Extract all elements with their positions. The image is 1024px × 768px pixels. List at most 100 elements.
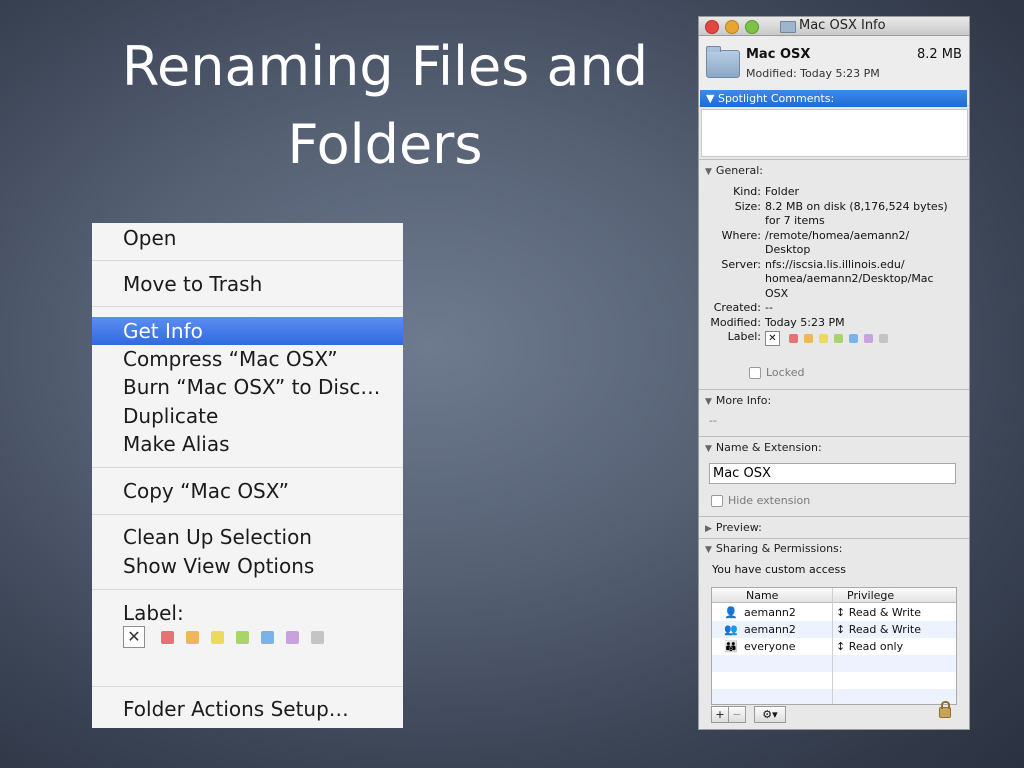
slide-title: Renaming Files and Folders [100, 28, 670, 184]
menu-item-get-info[interactable]: Get Info [92, 317, 403, 345]
folder-icon [706, 46, 740, 78]
server-value-line1: nfs://iscsia.lis.illinois.edu/ [765, 257, 905, 271]
disclosure-open-icon: ▼ [705, 444, 712, 454]
menu-item-burn-to-disc[interactable]: Burn “Mac OSX” to Disc… [92, 373, 403, 401]
hide-extension-checkbox[interactable] [711, 495, 723, 507]
menu-item-open[interactable]: Open [92, 224, 403, 252]
close-button[interactable] [705, 20, 719, 34]
remove-button[interactable]: − [729, 706, 746, 723]
spotlight-comments-header[interactable]: ▼ Spotlight Comments: [700, 90, 967, 107]
general-keys: Kind: Size: Where: Server: Created: Modi… [699, 185, 761, 345]
label-red-swatch[interactable] [789, 334, 798, 343]
user-icon: 👤 [724, 606, 738, 619]
stepper-icon: ↕ [836, 606, 849, 619]
table-row [712, 655, 956, 672]
row-privilege[interactable]: ↕ Read only [836, 638, 903, 655]
created-value: -- [765, 301, 773, 314]
no-label-icon[interactable]: ✕ [765, 331, 780, 346]
label-green-swatch[interactable] [236, 630, 249, 644]
menu-separator [92, 306, 403, 307]
menu-item-clean-up-selection[interactable]: Clean Up Selection [92, 523, 403, 551]
where-value-line2: Desktop [765, 243, 811, 256]
modified-value: Today 5:23 PM [765, 315, 845, 329]
item-size: 8.2 MB [917, 47, 962, 62]
menu-item-copy[interactable]: Copy “Mac OSX” [92, 477, 403, 505]
context-menu: Open Move to Trash Get Info Compress “Ma… [92, 223, 403, 728]
zoom-button[interactable] [745, 20, 759, 34]
menu-label-heading: Label: [123, 601, 184, 625]
group-icon: 👥 [724, 623, 738, 636]
more-info-section-header[interactable]: ▼ More Info: [699, 390, 969, 412]
label-green-swatch[interactable] [834, 334, 843, 343]
column-header-name[interactable]: Name [712, 588, 832, 603]
disclosure-open-icon: ▼ [705, 397, 712, 407]
menu-item-compress[interactable]: Compress “Mac OSX” [92, 345, 403, 373]
where-value-line1: /remote/homea/aemann2/ [765, 228, 910, 242]
label-red-swatch[interactable] [161, 630, 174, 644]
permissions-table: Name Privilege 👤 aemann2 ↕ Read & Write … [711, 587, 957, 705]
row-privilege[interactable]: ↕ Read & Write [836, 604, 921, 621]
menu-separator [92, 514, 403, 515]
table-row[interactable]: 👥 aemann2 ↕ Read & Write [712, 621, 956, 638]
label-purple-swatch[interactable] [286, 630, 299, 644]
name-field[interactable] [709, 463, 956, 484]
row-name: everyone [744, 640, 796, 653]
disclosure-open-icon: ▼ [705, 167, 712, 177]
access-text: You have custom access [712, 563, 847, 576]
disclosure-closed-icon: ▶ [705, 524, 712, 534]
privilege-value: Read only [848, 640, 904, 653]
general-section-header[interactable]: ▼ General: [699, 160, 969, 182]
slide-title-line-1: Renaming Files and [121, 35, 649, 98]
table-row [712, 689, 956, 704]
name-extension-section-header[interactable]: ▼ Name & Extension: [699, 437, 969, 459]
menu-item-make-alias[interactable]: Make Alias [92, 430, 403, 458]
window-titlebar[interactable]: Mac OSX Info [699, 17, 969, 36]
disclosure-open-icon: ▼ [706, 92, 718, 105]
label-orange-swatch[interactable] [186, 630, 199, 644]
privilege-value: Read & Write [848, 606, 921, 619]
label-blue-swatch[interactable] [261, 630, 274, 644]
menu-item-folder-actions-setup[interactable]: Folder Actions Setup… [92, 695, 403, 723]
label-yellow-swatch[interactable] [819, 334, 828, 343]
modified-label: Modified: [710, 315, 761, 329]
label-purple-swatch[interactable] [864, 334, 873, 343]
add-button[interactable]: + [711, 706, 729, 723]
label-gray-swatch[interactable] [879, 334, 888, 343]
menu-item-show-view-options[interactable]: Show View Options [92, 552, 403, 580]
column-divider [832, 588, 833, 704]
locked-checkbox-row[interactable]: Locked [749, 366, 804, 379]
menu-item-move-to-trash[interactable]: Move to Trash [92, 270, 403, 298]
table-row[interactable]: 👤 aemann2 ↕ Read & Write [712, 604, 956, 621]
no-label-icon[interactable]: ✕ [123, 626, 145, 648]
column-header-privilege[interactable]: Privilege [832, 588, 956, 603]
label-gray-swatch[interactable] [311, 630, 324, 644]
spotlight-comments-field[interactable] [701, 109, 968, 157]
server-label: Server: [721, 257, 761, 271]
menu-separator [92, 467, 403, 468]
general-header-label: General: [715, 164, 763, 177]
sharing-section-header[interactable]: ▼ Sharing & Permissions: [699, 538, 969, 560]
created-label: Created: [713, 301, 761, 314]
menu-item-duplicate[interactable]: Duplicate [92, 402, 403, 430]
spotlight-comments-label: Spotlight Comments: [717, 92, 835, 105]
table-row[interactable]: 👪 everyone ↕ Read only [712, 638, 956, 655]
preview-section-header[interactable]: ▶ Preview: [699, 517, 969, 539]
stepper-icon: ↕ [836, 623, 849, 636]
row-privilege[interactable]: ↕ Read & Write [836, 621, 921, 638]
label-orange-swatch[interactable] [804, 334, 813, 343]
menu-separator [92, 686, 403, 687]
slide-title-line-2: Folders [287, 113, 483, 176]
item-modified: Modified: Today 5:23 PM [746, 67, 880, 80]
label-blue-swatch[interactable] [849, 334, 858, 343]
label-yellow-swatch[interactable] [211, 630, 224, 644]
hide-extension-label: Hide extension [728, 494, 811, 507]
locked-checkbox[interactable] [749, 367, 761, 379]
hide-extension-row[interactable]: Hide extension [711, 494, 810, 507]
sharing-label: Sharing & Permissions: [715, 542, 843, 555]
more-info-value: -- [709, 414, 717, 427]
kind-label: Kind: [733, 185, 761, 198]
server-value-line2: homea/aemann2/Desktop/Mac [765, 272, 934, 285]
preview-label: Preview: [715, 521, 762, 534]
action-gear-button[interactable]: ⚙▾ [754, 706, 786, 723]
minimize-button[interactable] [725, 20, 739, 34]
